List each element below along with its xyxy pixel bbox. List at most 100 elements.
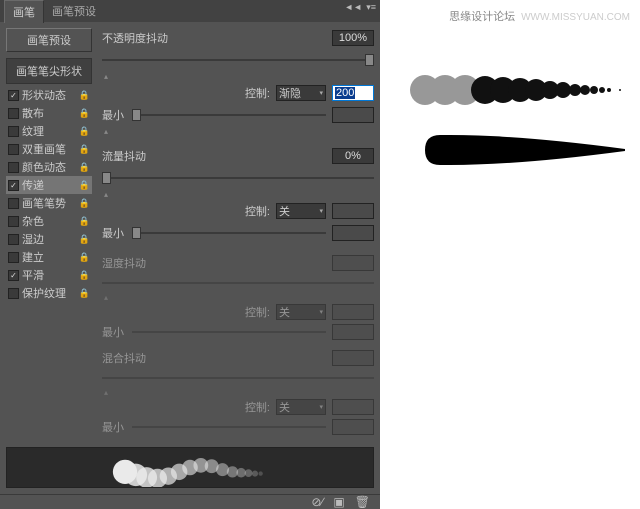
checkbox-icon[interactable]	[8, 216, 19, 227]
checkbox-icon[interactable]	[8, 162, 19, 173]
checkbox-icon[interactable]: ✓	[8, 270, 19, 281]
flow-jitter-slider[interactable]	[102, 171, 374, 185]
toggle-icon[interactable]: ⊘∕	[311, 495, 323, 509]
checkbox-icon[interactable]	[8, 198, 19, 209]
option-label: 湿边	[22, 231, 44, 247]
section-toggle-icon[interactable]: ▴	[102, 72, 374, 81]
section-toggle-icon[interactable]: ▴	[102, 190, 374, 199]
opacity-min-label: 最小	[102, 107, 126, 123]
mix-min-label: 最小	[102, 419, 126, 435]
opacity-min-slider[interactable]	[132, 108, 326, 122]
option-label: 画笔笔势	[22, 195, 66, 211]
mix-jitter-slider	[102, 371, 374, 385]
option-3[interactable]: 双重画笔 🔒	[6, 140, 92, 158]
settings-area: 不透明度抖动 100% ▴ 控制: 渐隐▾ 200 最小 ▴ 流量抖动	[96, 28, 374, 437]
flow-jitter-value[interactable]: 0%	[332, 148, 374, 164]
lock-icon[interactable]: 🔒	[79, 126, 90, 137]
lock-icon[interactable]: 🔒	[79, 90, 90, 101]
lock-icon[interactable]: 🔒	[79, 108, 90, 119]
option-11[interactable]: 保护纹理🔒	[6, 284, 92, 302]
panel-footer: ⊘∕ ▣ 🗑	[0, 494, 380, 509]
tab-preset[interactable]: 画笔预设	[44, 0, 104, 22]
checkbox-icon[interactable]	[8, 252, 19, 263]
lock-icon[interactable]: 🔒	[79, 252, 90, 263]
brush-stroke-spaced	[410, 70, 630, 110]
collapse-icon[interactable]: ◄◄	[344, 2, 362, 13]
lock-icon[interactable]: 🔒	[79, 162, 90, 173]
canvas-area: 思缘设计论坛WWW.MISSYUAN.COM	[380, 0, 640, 509]
option-10[interactable]: ✓平滑 🔒	[6, 266, 92, 284]
wetness-control-select: 关▾	[276, 304, 326, 320]
wetness-control-label: 控制:	[245, 304, 270, 320]
wetness-jitter-label: 湿度抖动	[102, 255, 172, 271]
opacity-jitter-label: 不透明度抖动	[102, 30, 172, 46]
option-1[interactable]: 散布🔒	[6, 104, 92, 122]
option-9[interactable]: 建立🔒	[6, 248, 92, 266]
opacity-min-value	[332, 107, 374, 123]
checkbox-icon[interactable]	[8, 234, 19, 245]
wetness-min-slider	[132, 325, 326, 339]
checkbox-icon[interactable]: ✓	[8, 180, 19, 191]
checkbox-icon[interactable]: ✓	[8, 90, 19, 101]
checkbox-icon[interactable]	[8, 288, 19, 299]
section-toggle-icon: ▴	[102, 293, 374, 302]
flow-min-slider[interactable]	[132, 226, 326, 240]
option-4[interactable]: 颜色动态 🔒	[6, 158, 92, 176]
option-7[interactable]: 杂色 🔒	[6, 212, 92, 230]
new-preset-icon[interactable]: ▣	[333, 495, 344, 509]
opacity-jitter-value[interactable]: 100%	[332, 30, 374, 46]
flow-control-select[interactable]: 关▾	[276, 203, 326, 219]
tab-brush[interactable]: 画笔	[4, 0, 44, 23]
mix-jitter-label: 混合抖动	[102, 350, 172, 366]
lock-icon[interactable]: 🔒	[79, 198, 90, 209]
wetness-min-label: 最小	[102, 324, 126, 340]
lock-icon[interactable]: 🔒	[79, 180, 90, 191]
checkbox-icon[interactable]	[8, 126, 19, 137]
checkbox-icon[interactable]	[8, 144, 19, 155]
lock-icon[interactable]: 🔒	[79, 216, 90, 227]
opacity-jitter-slider[interactable]	[102, 53, 374, 67]
trash-icon[interactable]: 🗑	[355, 495, 370, 509]
option-label: 颜色动态	[22, 159, 66, 175]
option-label: 平滑	[22, 267, 44, 283]
tab-bar: 画笔 画笔预设 ◄◄ ▾≡	[0, 0, 380, 22]
option-0[interactable]: ✓形状动态 🔒	[6, 86, 92, 104]
lock-icon[interactable]: 🔒	[79, 270, 90, 281]
option-label: 双重画笔	[22, 141, 66, 157]
brush-preview	[6, 447, 374, 488]
lock-icon[interactable]: 🔒	[79, 234, 90, 245]
option-2[interactable]: 纹理🔒	[6, 122, 92, 140]
option-5[interactable]: ✓传递 🔒	[6, 176, 92, 194]
section-toggle-icon[interactable]: ▴	[102, 127, 374, 136]
chevron-down-icon: ▾	[319, 403, 323, 411]
brush-stroke-solid	[410, 130, 630, 170]
options-sidebar: 画笔预设 画笔笔尖形状 ✓形状动态🔒散布🔒纹理🔒双重画笔🔒颜色动态🔒✓传递🔒画笔…	[6, 28, 92, 437]
option-6[interactable]: 画笔笔势 🔒	[6, 194, 92, 212]
checkbox-icon[interactable]	[8, 108, 19, 119]
flow-control-label: 控制:	[245, 203, 270, 219]
mix-min-value	[332, 419, 374, 435]
wetness-jitter-slider	[102, 276, 374, 290]
opacity-control-select[interactable]: 渐隐▾	[276, 85, 326, 101]
mix-min-slider	[132, 420, 326, 434]
tip-shape-header[interactable]: 画笔笔尖形状	[6, 58, 92, 84]
mix-control-label: 控制:	[245, 399, 270, 415]
chevron-down-icon: ▾	[319, 207, 323, 215]
menu-icon[interactable]: ▾≡	[366, 2, 376, 13]
flow-control-value	[332, 203, 374, 219]
lock-icon[interactable]: 🔒	[79, 144, 90, 155]
wetness-jitter-value	[332, 255, 374, 271]
option-label: 传递	[22, 177, 44, 193]
option-label: 形状动态	[22, 87, 66, 103]
chevron-down-icon: ▾	[319, 89, 323, 97]
opacity-control-input[interactable]: 200	[332, 85, 374, 101]
option-label: 杂色	[22, 213, 44, 229]
flow-jitter-label: 流量抖动	[102, 148, 172, 164]
flow-min-value	[332, 225, 374, 241]
wetness-control-value	[332, 304, 374, 320]
chevron-down-icon: ▾	[319, 308, 323, 316]
brush-preset-button[interactable]: 画笔预设	[6, 28, 92, 52]
lock-icon[interactable]: 🔒	[79, 288, 90, 299]
option-8[interactable]: 湿边 🔒	[6, 230, 92, 248]
opacity-control-label: 控制:	[245, 85, 270, 101]
